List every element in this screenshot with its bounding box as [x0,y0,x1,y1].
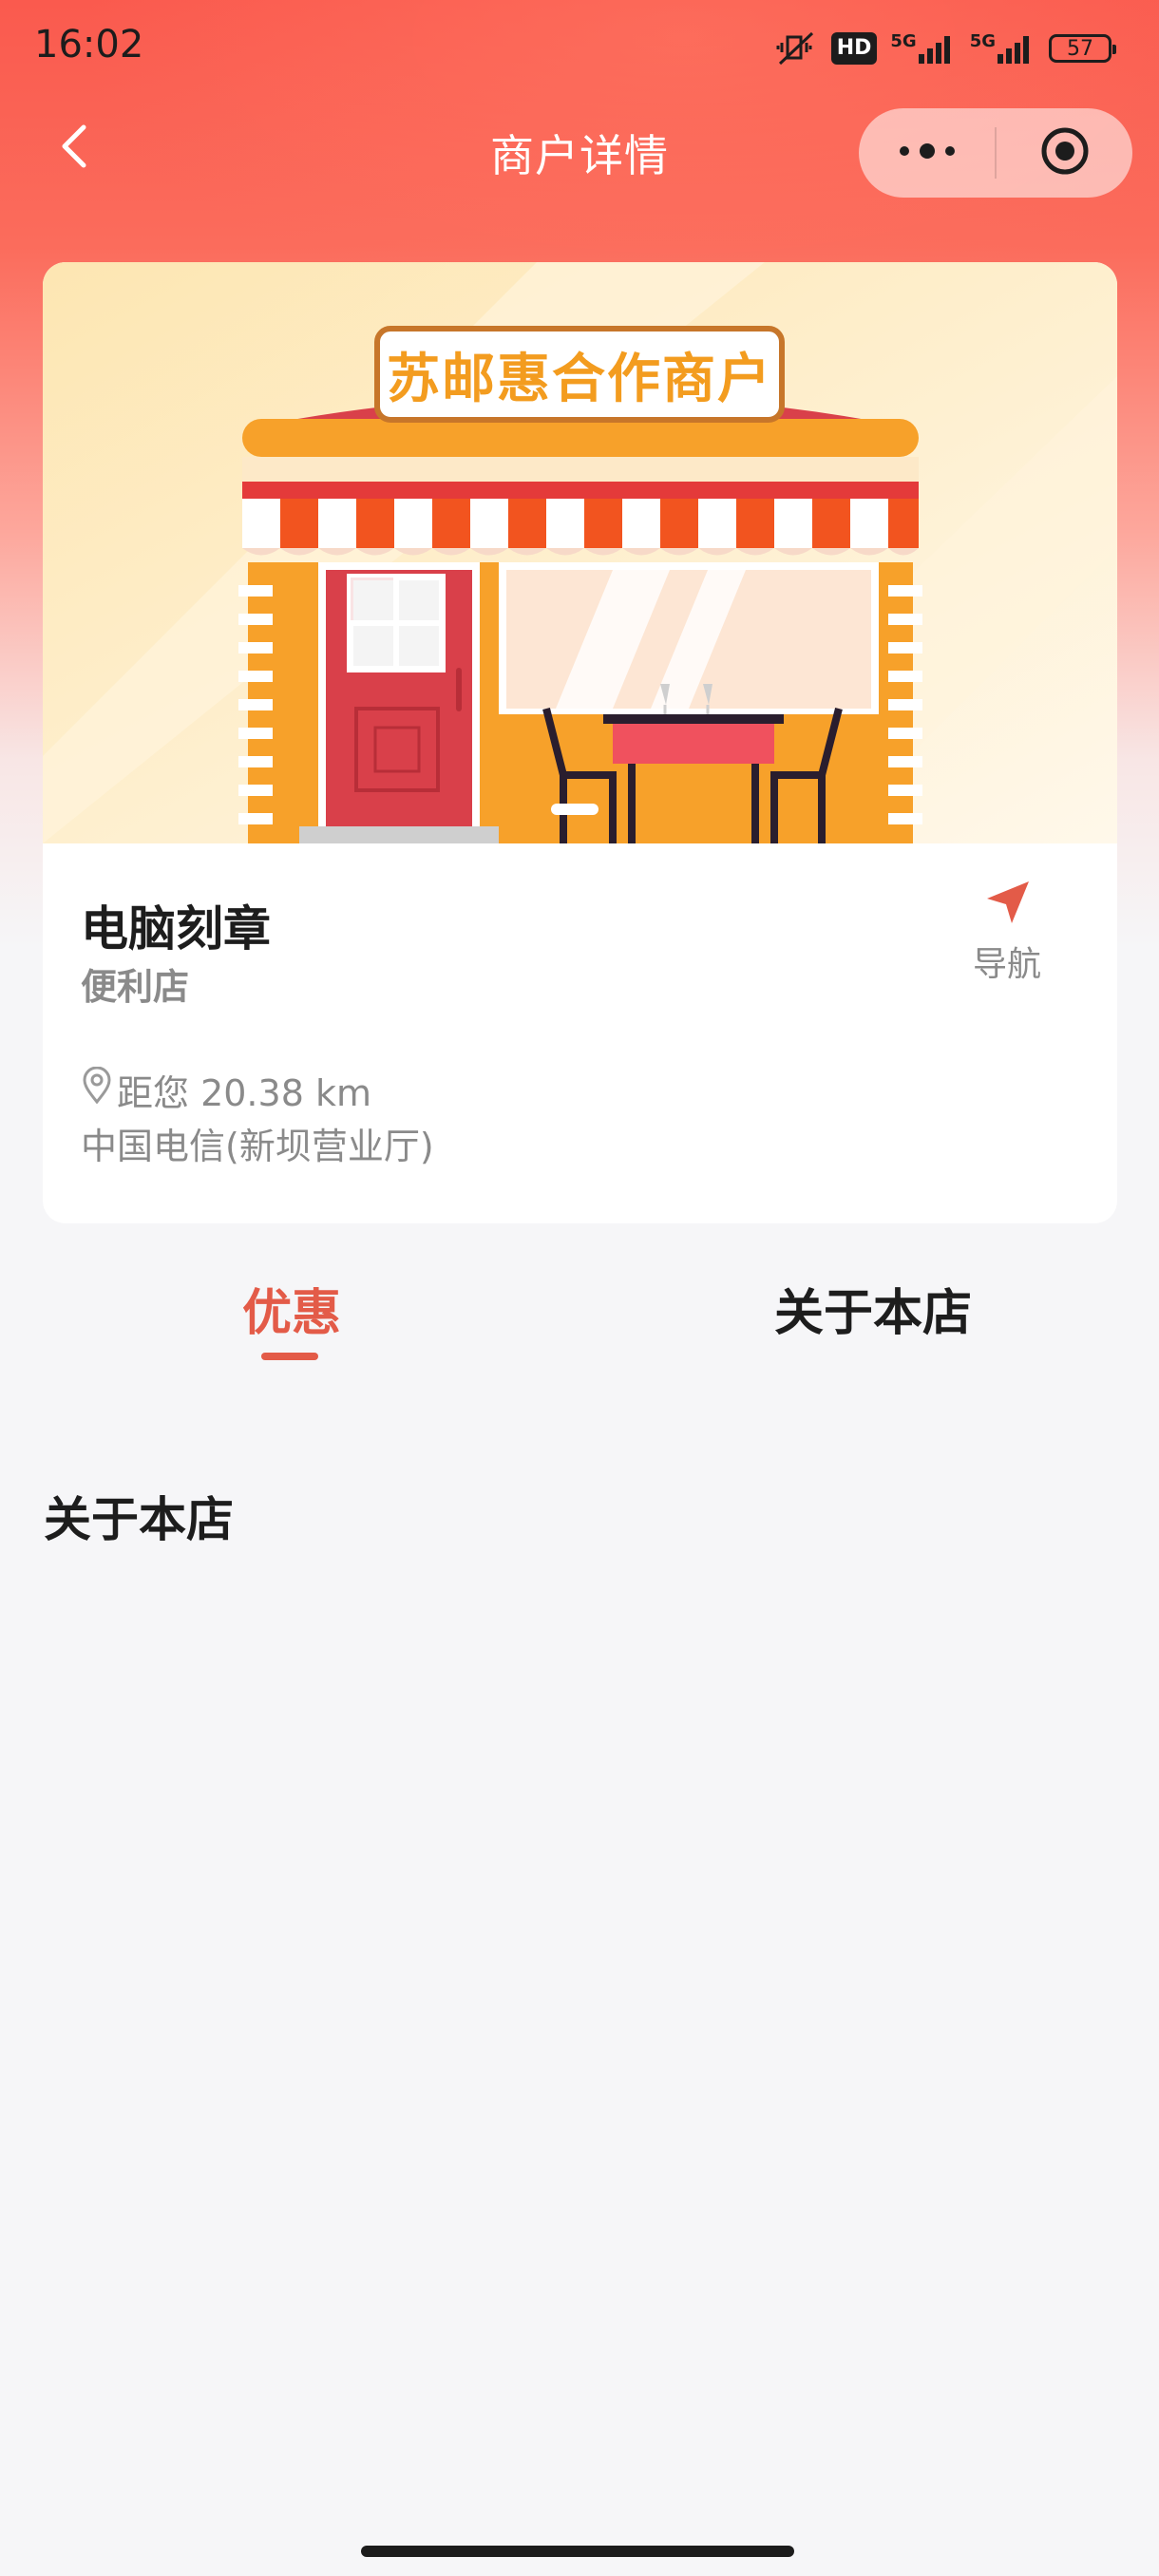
more-button[interactable] [859,108,995,198]
banner-sign-text: 苏邮惠合作商户 [387,349,772,410]
signal-icon [998,33,1036,64]
section-title: 关于本店 [44,1492,234,1547]
status-icons: HD 5G 5G 57 [774,27,1116,70]
home-indicator[interactable] [361,2546,794,2557]
mini-program-capsule [859,108,1132,198]
navigate-button[interactable]: 导航 [955,878,1059,986]
signal-1: 5G [890,31,957,64]
signal-2: 5G [970,31,1036,64]
hd-badge: HD [830,32,878,65]
store-name: 电脑刻章 [81,901,271,957]
navigation-arrow-icon [981,881,1033,933]
distance-text: 距您 20.38 km [117,1072,371,1114]
more-dots-icon [897,142,958,164]
location-pin-icon [81,1066,117,1113]
battery-level: 57 [1067,36,1093,61]
navigate-label: 导航 [972,945,1041,984]
signal-icon [918,33,957,64]
active-tab-indicator [261,1353,318,1360]
carousel-indicator [551,804,598,815]
tab-about-store[interactable]: 关于本店 [774,1273,972,1344]
tab-offers[interactable]: 优惠 [242,1273,341,1344]
target-circle-icon [1039,125,1091,180]
battery-icon: 57 [1049,34,1116,63]
status-bar: 16:02 HD 5G 5G 57 [0,0,1159,95]
tab-bar: 优惠 关于本店 [0,1254,1159,1368]
distance-row: 距您 20.38 km [81,1064,371,1116]
store-card: 苏邮惠合作商户 电脑刻章 便利店 导航 距您 20.38 km 中国电信(新坝营… [43,262,1117,1223]
store-address: 中国电信(新坝营业厅) [81,1126,434,1167]
status-time: 16:02 [34,23,144,66]
store-info: 电脑刻章 便利店 导航 距您 20.38 km 中国电信(新坝营业厅) [43,843,1117,1223]
close-button[interactable] [997,108,1132,198]
nav-bar: 商户详情 [0,104,1159,199]
store-banner: 苏邮惠合作商户 [43,262,1117,843]
vibrate-off-icon [774,29,818,67]
store-category: 便利店 [81,966,190,1008]
